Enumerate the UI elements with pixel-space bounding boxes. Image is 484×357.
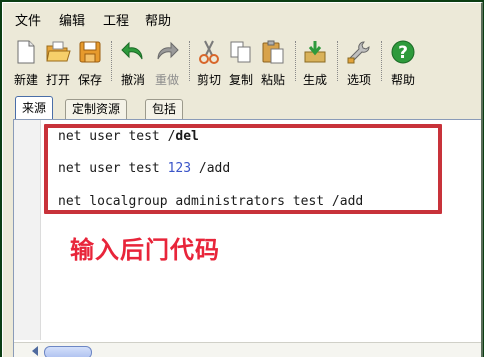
toolbar: 新建 打开 保存 撤消 重做 剪切 复制 粘贴 生成 选项 ? 帮助 [3,33,481,89]
scissors-icon [199,40,219,64]
undo-arrow-icon [121,41,143,60]
menu-project[interactable]: 工程 [103,10,129,29]
help-button[interactable]: ? 帮助 [387,37,419,87]
options-wrench-icon [347,41,370,64]
open-button-label: 打开 [45,73,70,87]
open-button[interactable]: 打开 [43,37,73,87]
build-button-label: 生成 [302,73,327,87]
paste-clipboard-icon [262,40,284,64]
new-file-icon [17,40,35,64]
toolbar-separator [111,41,112,81]
menu-help[interactable]: 帮助 [145,10,171,29]
paste-button[interactable]: 粘贴 [257,37,289,87]
toolbar-separator [381,41,382,81]
save-disk-icon [79,41,101,63]
tab-custom-resources[interactable]: 定制资源 [65,99,128,119]
code-editor[interactable]: net user test /del net user test 123 /ad… [13,119,481,357]
cut-button-label: 剪切 [196,73,221,87]
redo-button[interactable]: 重做 [151,37,183,87]
copy-button-label: 复制 [228,73,253,87]
menu-bar: 文件 编辑 工程 帮助 [3,3,481,31]
horizontal-scrollbar[interactable] [14,342,481,357]
save-button[interactable]: 保存 [75,37,105,87]
toolbar-separator [295,41,296,81]
svg-text:?: ? [398,43,408,63]
menu-edit[interactable]: 编辑 [59,10,85,29]
paste-button-label: 粘贴 [260,73,285,87]
menu-file[interactable]: 文件 [15,10,41,29]
undo-button[interactable]: 撤消 [117,37,149,87]
scroll-thumb[interactable] [44,346,92,357]
undo-button-label: 撤消 [120,73,145,87]
toolbar-separator [337,41,338,81]
build-button[interactable]: 生成 [299,37,331,87]
save-button-label: 保存 [77,73,102,87]
options-button[interactable]: 选项 [343,37,375,87]
redo-button-label: 重做 [154,73,179,87]
annotation-label: 输入后门代码 [70,236,220,264]
editor-gutter [14,120,41,340]
help-question-icon: ? [391,40,415,64]
new-button[interactable]: 新建 [11,37,41,87]
tab-include[interactable]: 包括 [145,99,184,119]
redo-arrow-icon [157,41,179,60]
help-button-label: 帮助 [390,73,415,87]
options-button-label: 选项 [346,73,371,87]
tab-strip: 来源 定制资源 包括 [3,95,481,119]
code-highlight-box [44,124,442,214]
app-window: 文件 编辑 工程 帮助 新建 打开 保存 撤消 重做 剪切 复制 粘贴 生成 选… [2,2,483,357]
copy-icon [230,41,251,63]
build-icon [304,41,326,63]
new-button-label: 新建 [13,73,38,87]
cut-button[interactable]: 剪切 [193,37,225,87]
open-folder-icon [46,41,71,62]
scroll-left-arrow-icon[interactable] [32,346,38,356]
copy-button[interactable]: 复制 [225,37,257,87]
tab-source[interactable]: 来源 [15,96,54,119]
toolbar-separator [189,41,190,81]
